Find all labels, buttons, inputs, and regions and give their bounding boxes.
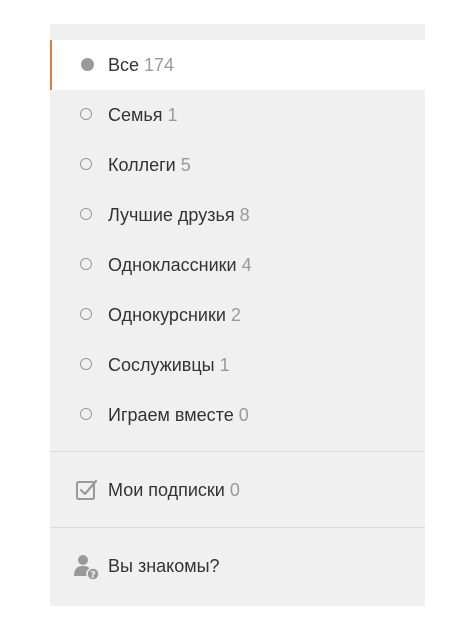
- group-label: Однокурсники 2: [108, 305, 241, 325]
- group-count: 2: [230, 305, 241, 325]
- group-item-all[interactable]: Все 174: [50, 40, 425, 90]
- do-you-know-link[interactable]: ? Вы знакомы?: [50, 541, 425, 591]
- friends-sidebar: Все 174 Семья 1 Коллеги 5 Лучшие друзья 8 Од…: [50, 24, 425, 606]
- group-count: 5: [180, 155, 191, 175]
- group-count: 4: [241, 255, 252, 275]
- divider: [50, 527, 425, 528]
- group-label: Одноклассники 4: [108, 255, 252, 275]
- suggestions-label: Вы знакомы?: [108, 556, 220, 576]
- subscriptions-count: 0: [229, 480, 240, 500]
- group-item-classmates[interactable]: Одноклассники 4: [50, 240, 425, 290]
- group-label: Сослуживцы 1: [108, 355, 230, 375]
- group-count: 1: [167, 105, 178, 125]
- group-label: Коллеги 5: [108, 155, 191, 175]
- radio-icon: [80, 158, 92, 170]
- svg-text:?: ?: [90, 570, 96, 580]
- user-question-icon: ?: [74, 554, 100, 585]
- radio-icon: [80, 108, 92, 120]
- divider: [50, 451, 425, 452]
- group-label: Играем вместе 0: [108, 405, 249, 425]
- radio-icon: [80, 208, 92, 220]
- group-item-colleagues[interactable]: Коллеги 5: [50, 140, 425, 190]
- radio-icon: [80, 308, 92, 320]
- group-count: 174: [144, 55, 175, 75]
- friend-groups-list: Все 174 Семья 1 Коллеги 5 Лучшие друзья 8 Од…: [50, 40, 425, 440]
- subscriptions-label: Мои подписки 0: [108, 480, 240, 500]
- checkbox-icon: [76, 479, 98, 506]
- group-label: Семья 1: [108, 105, 178, 125]
- group-label: Лучшие друзья 8: [108, 205, 250, 225]
- group-count: 0: [238, 405, 249, 425]
- my-subscriptions-link[interactable]: Мои подписки 0: [50, 465, 425, 515]
- group-label: Все 174: [108, 55, 175, 75]
- group-item-best-friends[interactable]: Лучшие друзья 8: [50, 190, 425, 240]
- group-count: 1: [219, 355, 230, 375]
- group-item-play-together[interactable]: Играем вместе 0: [50, 390, 425, 440]
- group-item-family[interactable]: Семья 1: [50, 90, 425, 140]
- group-count: 8: [239, 205, 250, 225]
- radio-icon: [80, 358, 92, 370]
- group-item-coworkers[interactable]: Сослуживцы 1: [50, 340, 425, 390]
- radio-icon: [80, 258, 92, 270]
- radio-icon: [80, 408, 92, 420]
- group-item-coursemates[interactable]: Однокурсники 2: [50, 290, 425, 340]
- radio-selected-icon: [81, 58, 94, 71]
